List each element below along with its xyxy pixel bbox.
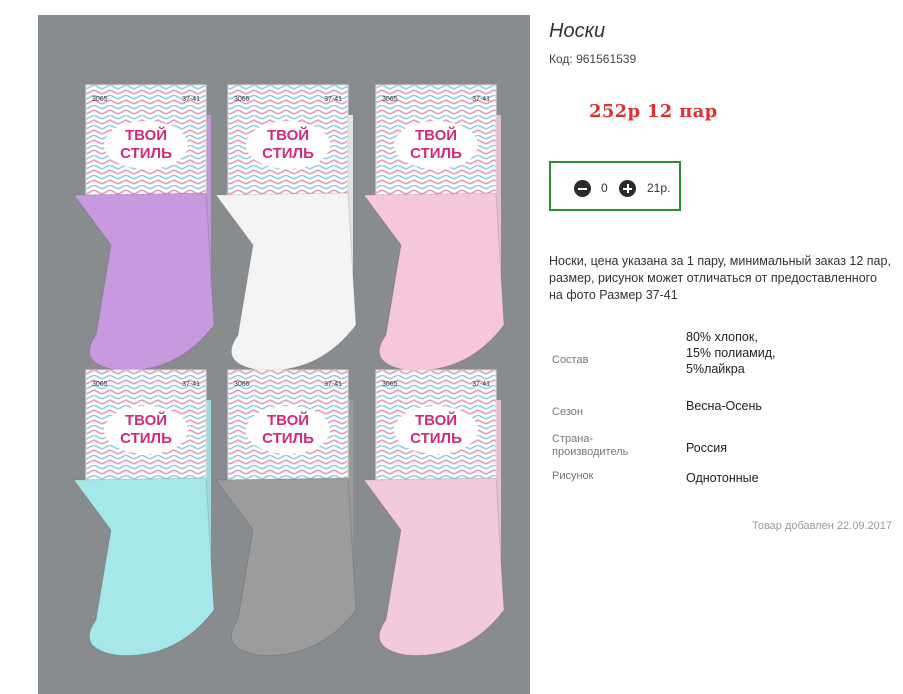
quantity-value: 0: [601, 181, 608, 195]
brand-line1: ТВОЙ: [415, 126, 457, 144]
spec-label-country: Страна-производитель: [552, 433, 629, 458]
brand-line2: СТИЛЬ: [120, 430, 172, 447]
model-number: 3065: [382, 381, 398, 388]
quantity-selector: 0 21р.: [549, 161, 681, 211]
sock-pack: ТВОЙСТИЛЬ 3065 37-41: [215, 84, 357, 371]
brand-line1: ТВОЙ: [267, 126, 309, 144]
sock-pack: ТВОЙСТИЛЬ 3065 37-41: [215, 369, 357, 656]
brand-line1: ТВОЙ: [415, 411, 457, 429]
spec-value-season: Весна-Осень: [686, 399, 762, 413]
sock-pack: ТВОЙСТИЛЬ 3065 37-41: [363, 84, 505, 371]
model-number: 3065: [234, 96, 250, 103]
spec-value-composition: 80% хлопок, 15% полиамид, 5%лайкра: [686, 330, 776, 376]
size-label: 37-41: [472, 96, 490, 103]
brand-line1: ТВОЙ: [125, 126, 167, 144]
brand-line2: СТИЛЬ: [262, 430, 314, 447]
size-label: 37-41: [472, 381, 490, 388]
product-description: Носки, цена указана за 1 пару, минимальн…: [549, 254, 891, 302]
unit-price: 21р.: [647, 181, 671, 195]
product-photo[interactable]: ТВОЙ СТИЛЬ 3065 37-41 ТВОЙ СТИЛЬ 3065 37-41 ТВОЙ…: [38, 15, 530, 694]
product-code: Код: 961561539: [549, 52, 637, 66]
spec-label-pattern: Рисунок: [552, 470, 594, 482]
spec-label-composition: Состав: [552, 354, 589, 366]
sock-pack: ТВОЙСТИЛЬ 3065 37-41: [73, 84, 215, 371]
plus-icon[interactable]: [619, 180, 636, 197]
model-number: 3065: [382, 96, 398, 103]
size-label: 37-41: [324, 381, 342, 388]
sock-pack: ТВОЙСТИЛЬ 3065 37-41: [363, 369, 505, 656]
model-number: 3065: [92, 381, 108, 388]
size-label: 37-41: [182, 96, 200, 103]
spec-value-pattern: Однотонные: [686, 471, 759, 485]
brand-line2: СТИЛЬ: [120, 145, 172, 162]
spec-label-season: Сезон: [552, 406, 583, 418]
brand-line2: СТИЛЬ: [262, 145, 314, 162]
socks-image: ТВОЙСТИЛЬ3065 37-41ТВОЙСТИЛЬ3065 37-41ТВОЙ…: [73, 84, 505, 656]
brand-line1: ТВОЙ: [267, 411, 309, 429]
model-number: 3065: [92, 96, 108, 103]
size-label: 37-41: [182, 381, 200, 388]
minus-icon[interactable]: [574, 180, 591, 197]
sock-pack: ТВОЙСТИЛЬ 3065 37-41: [73, 369, 215, 656]
date-added: Товар добавлен 22.09.2017: [751, 520, 892, 532]
product-title: Носки: [549, 20, 606, 42]
brand-line1: ТВОЙ: [125, 411, 167, 429]
brand-line2: СТИЛЬ: [410, 430, 462, 447]
spec-value-country: Россия: [686, 441, 727, 455]
size-label: 37-41: [324, 96, 342, 103]
brand-line2: СТИЛЬ: [410, 145, 462, 162]
product-price: 252р 12 пар: [589, 101, 718, 122]
model-number: 3065: [234, 381, 250, 388]
